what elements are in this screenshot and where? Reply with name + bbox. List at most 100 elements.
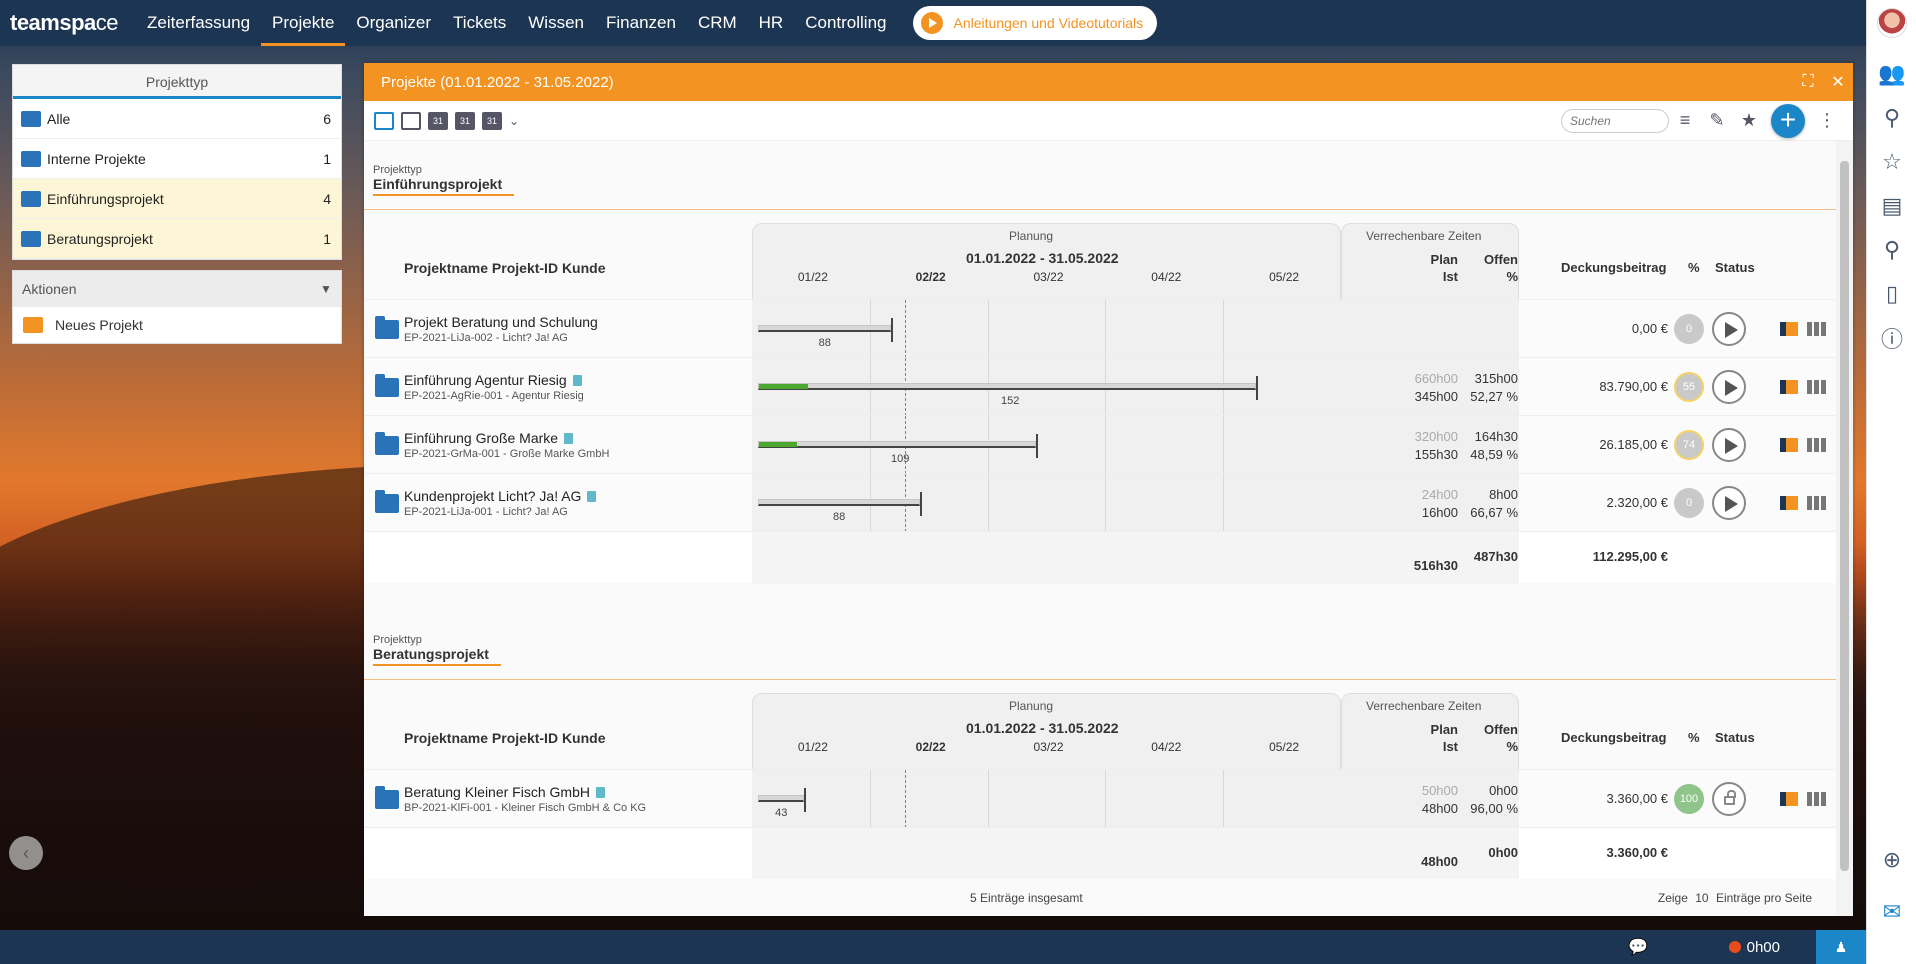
project-grid-icon[interactable] (1807, 496, 1827, 510)
project-name-text[interactable]: Kundenprojekt Licht? Ja! AG (404, 488, 581, 504)
document-icon[interactable] (587, 491, 597, 502)
projekttyp-item-3[interactable]: Beratungsprojekt 1 (13, 219, 341, 259)
project-name-text[interactable]: Projekt Beratung und Schulung (404, 314, 598, 330)
project-row[interactable]: Beratung Kleiner Fisch GmbH BP-2021-KlFi-… (364, 769, 1836, 828)
project-grid-icon[interactable] (1807, 322, 1827, 336)
mark-icon[interactable]: ✎ (1701, 110, 1733, 131)
projekttyp-item-1[interactable]: Interne Projekte 1 (13, 139, 341, 179)
maximize-icon[interactable]: ⛶ (1793, 73, 1823, 91)
nav-item-3[interactable]: Tickets (442, 0, 517, 46)
nav-item-1[interactable]: Projekte (261, 0, 346, 46)
project-row[interactable]: Projekt Beratung und Schulung EP-2021-LiJ… (364, 299, 1836, 358)
project-name-text[interactable]: Einführung Große Marke (404, 430, 558, 446)
project-folder-action-icon[interactable] (1780, 438, 1798, 452)
status-play-button[interactable] (1712, 486, 1746, 520)
user-status-button[interactable]: ♟ (1816, 930, 1866, 964)
verrechenbare-cell (1341, 358, 1519, 416)
time-tracker[interactable]: 0h00 (1728, 930, 1780, 964)
nav-item-4[interactable]: Wissen (517, 0, 595, 46)
status-header: Status (1715, 730, 1755, 745)
project-folder-action-icon[interactable] (1780, 380, 1798, 394)
project-folder-action-icon[interactable] (1780, 322, 1798, 336)
project-name[interactable]: Projekt Beratung und Schulung (404, 314, 598, 330)
gantt-bar[interactable] (758, 795, 805, 802)
status-play-button[interactable] (1712, 370, 1746, 404)
add-circle-icon[interactable]: ⊕ (1867, 838, 1916, 882)
chevron-down-icon[interactable]: ⌄ (509, 114, 519, 128)
gantt-bar[interactable] (758, 383, 1256, 390)
nav-item-5[interactable]: Finanzen (595, 0, 687, 46)
project-row[interactable]: Einführung Agentur Riesig EP-2021-AgRie-0… (364, 357, 1836, 416)
window-titlebar: Projekte (01.01.2022 - 31.05.2022) ⛶ ✕ (364, 63, 1853, 101)
chat-bubble-icon[interactable]: 💬 (1618, 930, 1658, 964)
zoom-icon[interactable]: ⚲ (1867, 228, 1916, 272)
project-name[interactable]: Beratung Kleiner Fisch GmbH (404, 784, 605, 800)
project-row[interactable]: Einführung Große Marke EP-2021-GrMa-001 -… (364, 415, 1836, 474)
close-icon[interactable]: ✕ (1823, 72, 1853, 92)
deckungsbeitrag-value: 3.360,00 € (1606, 791, 1668, 806)
nav-item-0[interactable]: Zeiterfassung (136, 0, 261, 46)
calendar-view-icon[interactable]: 31 (428, 111, 448, 130)
percent-badge: 100 (1674, 784, 1704, 814)
favorite-star-icon[interactable]: ★ (1733, 110, 1765, 131)
list-view-icon[interactable] (374, 111, 394, 130)
app-logo[interactable]: teamspace (10, 10, 119, 36)
project-row[interactable]: Kundenprojekt Licht? Ja! AG EP-2021-LiJa-… (364, 473, 1836, 532)
filter-icon[interactable]: ≡ (1669, 110, 1701, 131)
calendar-year-icon[interactable]: 31 (482, 111, 502, 130)
project-name[interactable]: Kundenprojekt Licht? Ja! AG (404, 488, 597, 504)
project-name-text[interactable]: Beratung Kleiner Fisch GmbH (404, 784, 590, 800)
search-input[interactable] (1561, 108, 1669, 133)
project-folder-action-icon[interactable] (1780, 496, 1798, 510)
grid-view-icon[interactable] (401, 111, 421, 130)
document-icon[interactable] (572, 375, 582, 386)
project-grid-icon[interactable] (1807, 438, 1827, 452)
tutorials-button[interactable]: Anleitungen und Videotutorials (913, 6, 1158, 40)
calendar-month-icon[interactable]: 31 (455, 111, 475, 130)
document-icon[interactable] (595, 787, 605, 798)
projekttyp-item-2[interactable]: Einführungsprojekt 4 (13, 179, 341, 219)
new-project-action[interactable]: Neues Projekt (13, 307, 341, 343)
nav-item-6[interactable]: CRM (687, 0, 748, 46)
chat-icon[interactable]: ✉ (1867, 890, 1916, 934)
group-divider (364, 209, 1836, 210)
window-title: Projekte (01.01.2022 - 31.05.2022) (381, 73, 614, 91)
star-icon[interactable]: ☆ (1867, 140, 1916, 184)
search-icon[interactable]: ⚲ (1867, 96, 1916, 140)
project-grid-icon[interactable] (1807, 792, 1827, 806)
gantt-bar[interactable] (758, 441, 1036, 448)
sum-row: 516h30 487h30 112.295,00 € (364, 531, 1836, 584)
project-name[interactable]: Einführung Agentur Riesig (404, 372, 582, 388)
collapse-sidebar-button[interactable]: ‹ (9, 836, 43, 870)
status-play-button[interactable] (1712, 312, 1746, 346)
project-type-icon (21, 230, 41, 247)
mobile-icon[interactable]: ▯ (1867, 272, 1916, 316)
gantt-bar[interactable] (758, 325, 892, 332)
nav-item-8[interactable]: Controlling (794, 0, 897, 46)
add-button[interactable]: + (1771, 103, 1805, 138)
users-icon[interactable]: 👥 (1867, 52, 1916, 96)
gantt-bar[interactable] (758, 499, 921, 506)
project-name-text[interactable]: Einführung Agentur Riesig (404, 372, 567, 388)
project-folder-action-icon[interactable] (1780, 792, 1798, 806)
nav-item-2[interactable]: Organizer (345, 0, 442, 46)
nav-item-7[interactable]: HR (748, 0, 795, 46)
info-icon[interactable]: ⓘ (1867, 316, 1916, 360)
calendar-icon[interactable]: ▤ (1867, 184, 1916, 228)
project-grid-icon[interactable] (1807, 380, 1827, 394)
projekttyp-title: Projekttyp (13, 65, 341, 99)
logo-text-rest: ce (95, 10, 119, 35)
scrollbar[interactable] (1836, 141, 1853, 916)
document-icon[interactable] (564, 433, 574, 444)
page-size-control[interactable]: Zeige 10 Einträge pro Seite (1658, 891, 1812, 905)
projekttyp-item-0[interactable]: Alle 6 (13, 99, 341, 139)
project-name[interactable]: Einführung Große Marke (404, 430, 574, 446)
status-locked-button[interactable] (1712, 782, 1746, 816)
more-menu-icon[interactable]: ⋮ (1811, 110, 1843, 131)
user-avatar[interactable] (1876, 8, 1907, 38)
scroll-thumb[interactable] (1840, 161, 1849, 871)
month-header-1: 02/22 (915, 270, 946, 284)
aktionen-header[interactable]: Aktionen ▼ (13, 271, 341, 307)
page-size-value[interactable]: 10 (1695, 891, 1708, 905)
status-play-button[interactable] (1712, 428, 1746, 462)
